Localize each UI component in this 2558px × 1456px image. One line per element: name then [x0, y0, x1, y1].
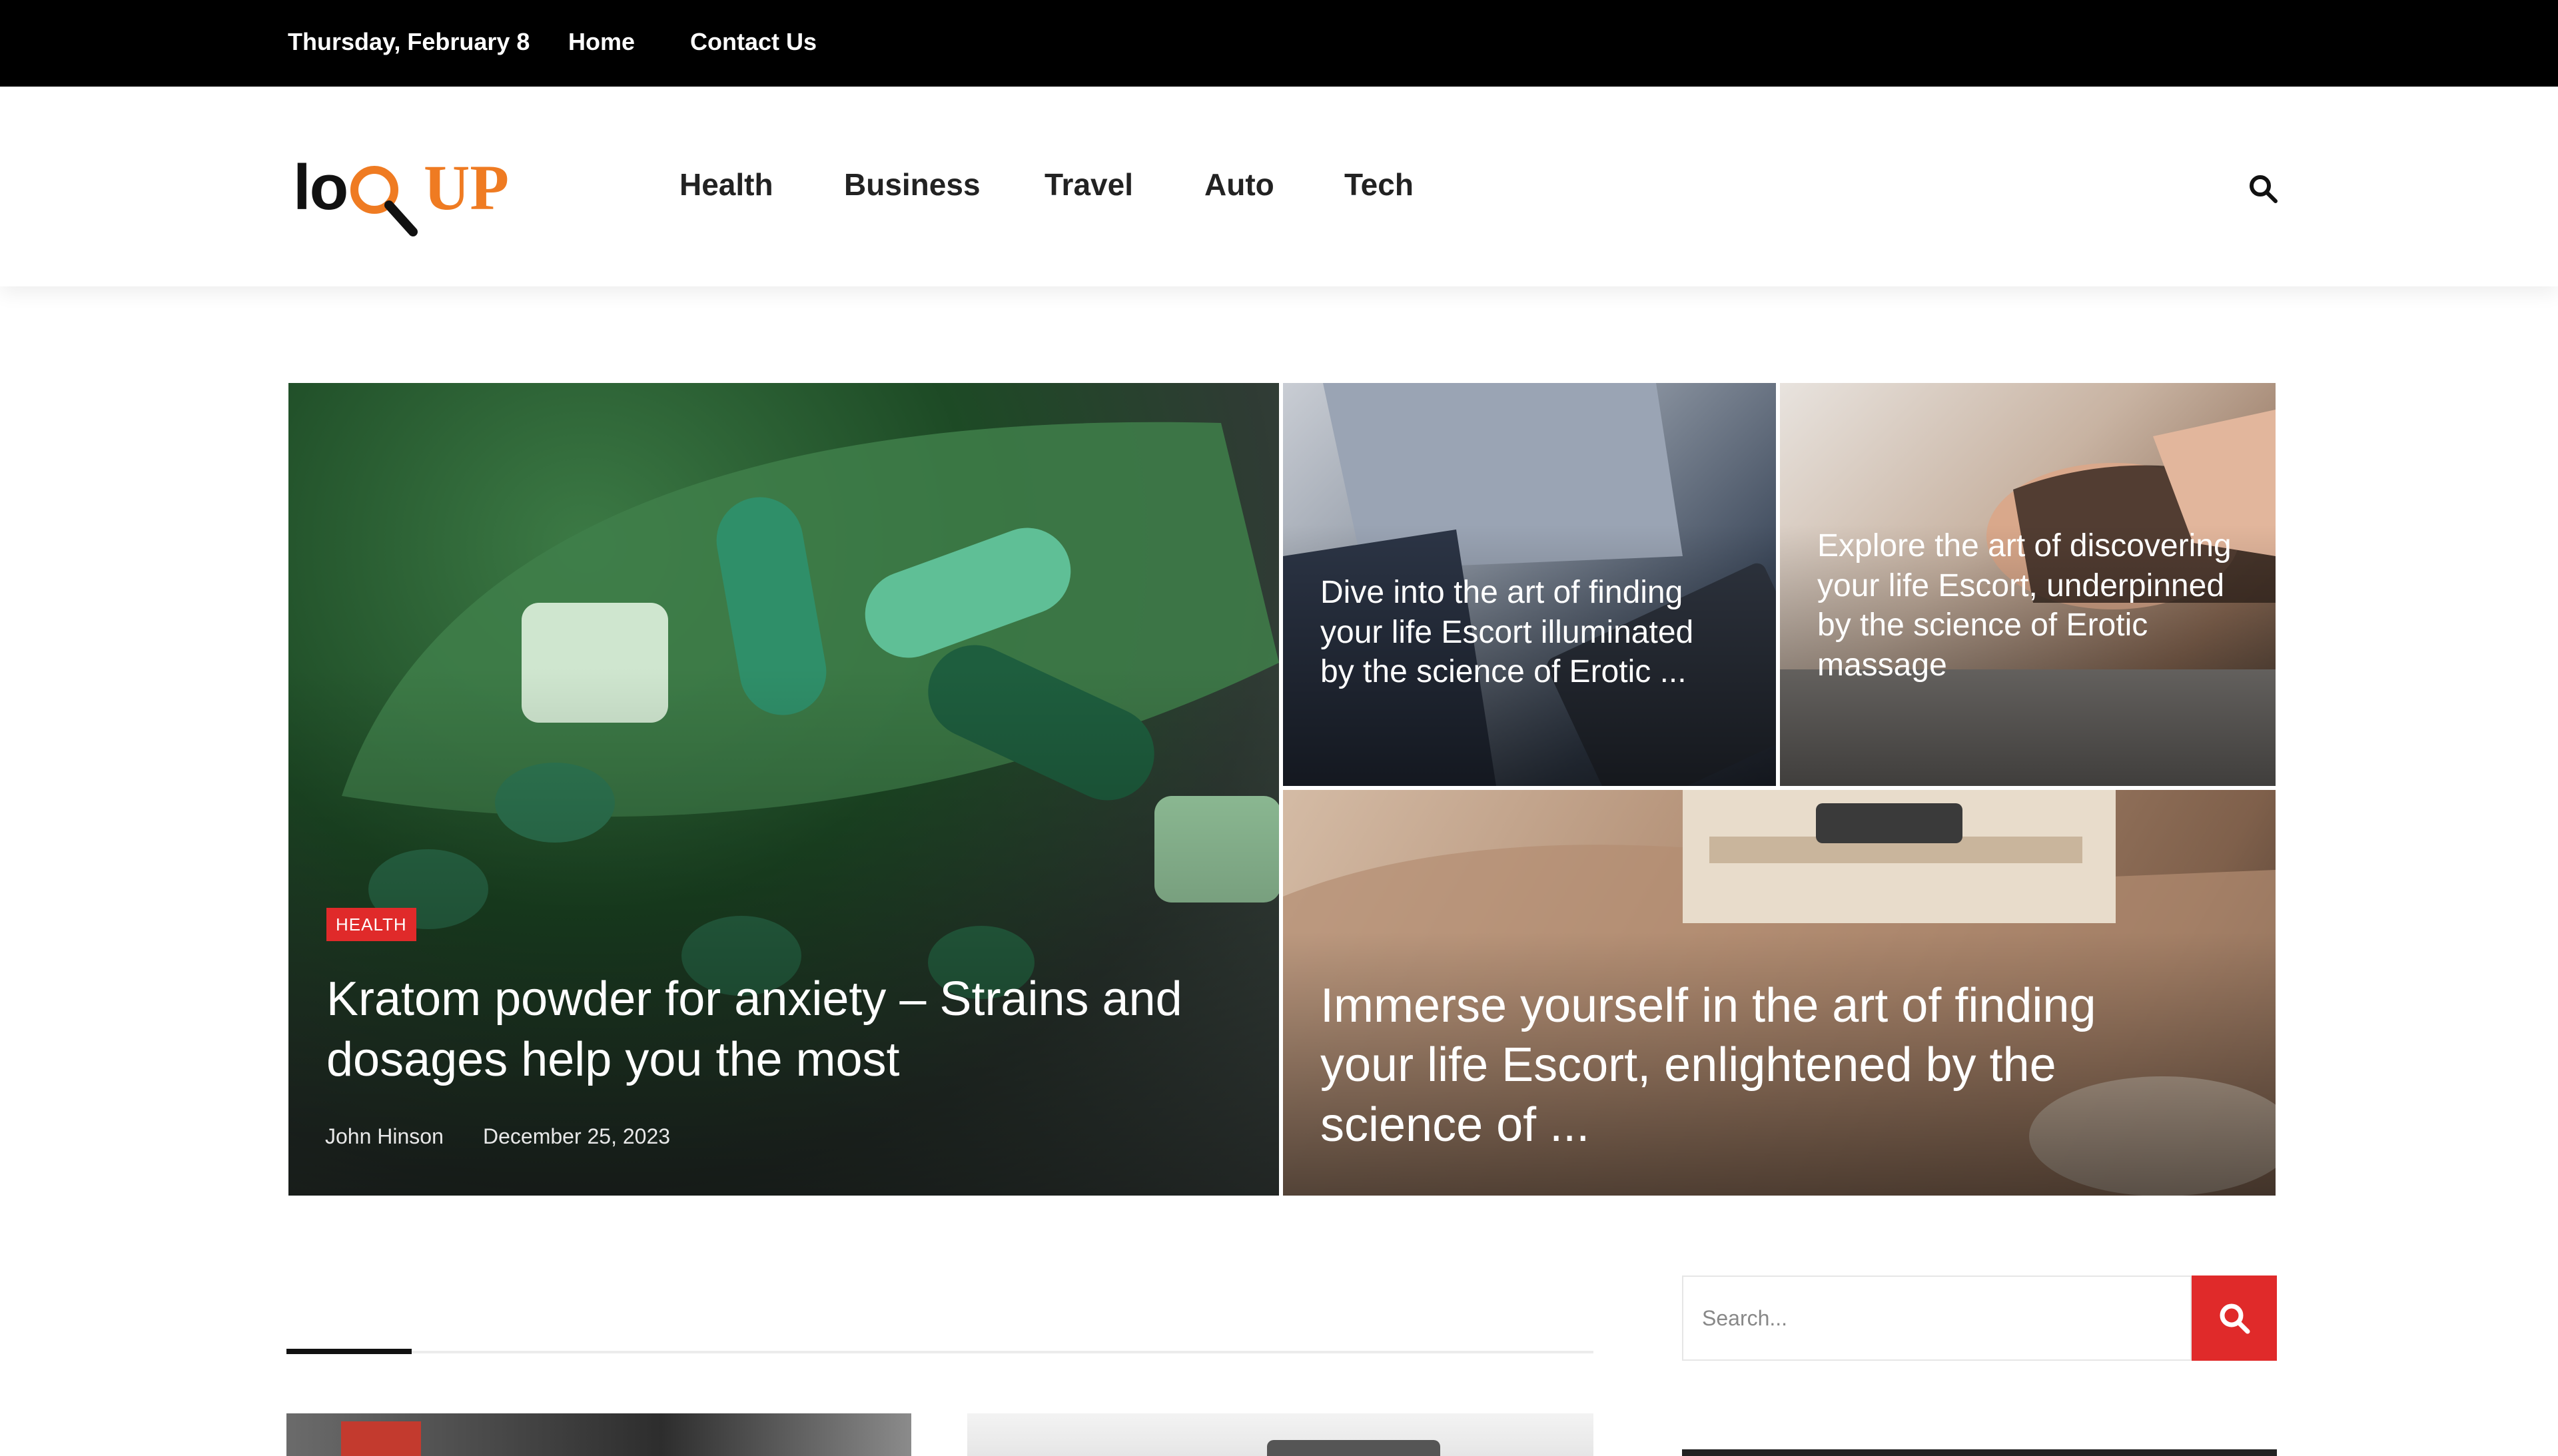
hero-card-top-middle[interactable]: Dive into the art of finding your life E… — [1283, 383, 1776, 786]
thumbnail-object — [1267, 1440, 1440, 1456]
logo-text-end: UP — [424, 152, 509, 223]
hero-main-gradient — [288, 667, 1279, 1196]
section-tab-underline — [286, 1349, 1593, 1354]
sidebar-search — [1682, 1275, 2192, 1361]
nav-item-health[interactable]: Health — [679, 167, 773, 202]
top-bar: Thursday, February 8 Home Contact Us — [0, 0, 2558, 87]
category-badge[interactable]: HEALTH — [326, 908, 416, 941]
hero-main-title[interactable]: Kratom powder for anxiety – Strains and … — [326, 969, 1259, 1090]
post-thumbnail[interactable] — [286, 1413, 911, 1456]
nav-item-business[interactable]: Business — [844, 167, 981, 202]
hero-card-bottom-wide[interactable]: Immerse yourself in the art of finding y… — [1283, 790, 2276, 1196]
logo-text-start: lo — [293, 152, 348, 223]
top-link-home[interactable]: Home — [568, 28, 635, 56]
search-icon — [2220, 1303, 2250, 1334]
thumbnail-sign — [341, 1421, 421, 1456]
post-author[interactable]: John Hinson — [325, 1124, 444, 1149]
magnifier-logo-icon — [350, 166, 418, 236]
search-input[interactable] — [1683, 1277, 2187, 1359]
sidebar-widget-header — [1682, 1449, 2277, 1456]
current-date: Thursday, February 8 — [288, 28, 530, 55]
site-header: lo UP — [0, 87, 2558, 286]
nav-item-tech[interactable]: Tech — [1344, 167, 1414, 202]
hero-card-title[interactable]: Dive into the art of finding your life E… — [1320, 573, 1733, 692]
hero-card-title[interactable]: Explore the art of discovering your life… — [1817, 526, 2244, 685]
nav-item-travel[interactable]: Travel — [1045, 167, 1133, 202]
search-submit-button[interactable] — [2192, 1275, 2277, 1361]
post-date: December 25, 2023 — [483, 1124, 671, 1148]
active-tab-indicator[interactable] — [286, 1349, 412, 1354]
search-icon[interactable] — [2246, 172, 2280, 205]
site-logo[interactable]: lo UP — [293, 141, 533, 236]
post-thumbnail[interactable] — [967, 1413, 1593, 1456]
hero-card-top-right[interactable]: Explore the art of discovering your life… — [1780, 383, 2276, 786]
nav-item-auto[interactable]: Auto — [1204, 167, 1274, 202]
hero-card-title[interactable]: Immerse yourself in the art of finding y… — [1320, 976, 2186, 1155]
top-link-contact[interactable]: Contact Us — [690, 28, 817, 56]
